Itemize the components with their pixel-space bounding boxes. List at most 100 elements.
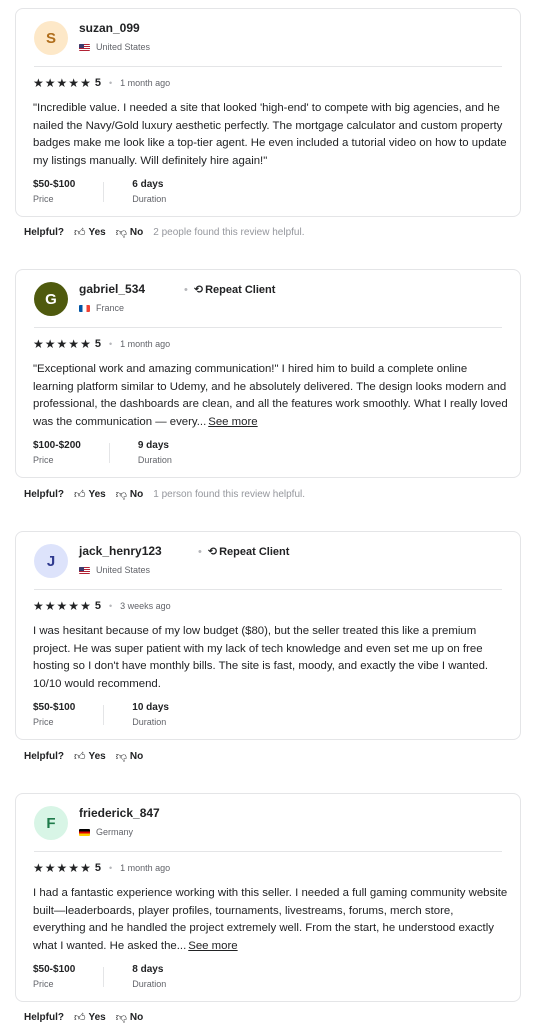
- review-text: I had a fantastic experience working wit…: [33, 885, 508, 955]
- helpful-yes-button[interactable]: 👍︎ Yes: [74, 1011, 106, 1024]
- review-time: 1 month ago: [120, 863, 171, 873]
- star-icon: ★: [80, 337, 91, 351]
- reviewer-username[interactable]: suzan_099: [79, 21, 140, 36]
- meta-divider: [103, 705, 105, 725]
- helpful-row: Helpful? 👍︎ Yes 👎︎ No: [24, 749, 153, 763]
- price-label: Price: [33, 717, 54, 727]
- review-card: J jack_henry123 • ⟲ Repeat Client United S…: [15, 531, 521, 740]
- reviewer-username[interactable]: gabriel_534: [79, 282, 145, 297]
- repeat-client-badge: • ⟲ Repeat Client: [184, 283, 275, 297]
- star-icon: ★: [68, 337, 80, 351]
- star-icon: ★: [80, 861, 91, 875]
- review-header: J jack_henry123 • ⟲ Repeat Client United S…: [34, 544, 504, 584]
- price-label: Price: [33, 455, 54, 465]
- star-rating: ★ ★ ★ ★ ★: [33, 77, 92, 89]
- reviewer-country: Germany: [79, 826, 133, 838]
- see-more-link[interactable]: See more: [208, 416, 257, 428]
- price-label: Price: [33, 194, 54, 204]
- review-text: "Incredible value. I needed a site that …: [33, 100, 508, 170]
- reviewer-username[interactable]: friederick_847: [79, 806, 160, 821]
- price-value: $50-$100: [33, 964, 76, 975]
- price-block: $50-$100 Price: [33, 178, 75, 206]
- helpful-label: Helpful?: [24, 1011, 64, 1023]
- helpful-no-button[interactable]: 👎︎ No: [116, 750, 144, 763]
- avatar[interactable]: J: [34, 544, 68, 578]
- helpful-no-label: No: [129, 488, 144, 500]
- country-name: United States: [96, 565, 151, 575]
- divider: [34, 851, 502, 852]
- country-flag-icon: [79, 43, 90, 51]
- price-block: $50-$100 Price: [33, 963, 75, 991]
- star-icon: ★: [80, 76, 91, 90]
- rating-row: ★ ★ ★ ★ ★ 5 • 1 month ago: [33, 861, 170, 875]
- duration-label: Duration: [137, 455, 172, 465]
- thumbs-down-icon: 👎︎: [115, 488, 127, 501]
- avatar[interactable]: S: [34, 21, 68, 55]
- helpful-yes-button[interactable]: 👍︎ Yes: [74, 750, 106, 763]
- repeat-client-badge: • ⟲ Repeat Client: [198, 545, 289, 559]
- rating-value: 5: [94, 77, 101, 89]
- avatar[interactable]: G: [34, 282, 68, 316]
- star-icon: ★: [44, 861, 56, 875]
- meta-divider: [103, 967, 105, 987]
- duration-value: 8 days: [132, 964, 164, 975]
- meta-divider: [103, 182, 105, 202]
- price-label: Price: [33, 979, 54, 989]
- helpful-yes-label: Yes: [88, 1011, 106, 1023]
- avatar[interactable]: F: [34, 806, 68, 840]
- reviewer-country: France: [79, 302, 124, 314]
- separator-dot: •: [198, 546, 202, 558]
- review-header: F friederick_847 Germany: [34, 806, 504, 846]
- star-icon: ★: [44, 337, 56, 351]
- duration-block: 10 days Duration: [132, 701, 169, 729]
- review-text: I was hesitant because of my low budget …: [33, 623, 508, 693]
- see-more-link[interactable]: See more: [188, 940, 237, 952]
- helpful-no-button[interactable]: 👎︎ No: [116, 1011, 144, 1024]
- star-icon: ★: [56, 861, 68, 875]
- thumbs-down-icon: 👎︎: [115, 226, 127, 239]
- star-rating: ★ ★ ★ ★ ★: [33, 862, 92, 874]
- rating-row: ★ ★ ★ ★ ★ 5 • 3 weeks ago: [33, 599, 171, 613]
- star-rating: ★ ★ ★ ★ ★: [33, 338, 92, 350]
- rating-value: 5: [94, 338, 101, 350]
- helpful-yes-button[interactable]: 👍︎ Yes: [74, 226, 106, 239]
- review-body: I had a fantastic experience working wit…: [33, 887, 508, 952]
- separator-dot: •: [108, 863, 113, 873]
- country-name: United States: [96, 42, 151, 52]
- star-icon: ★: [68, 76, 80, 90]
- repeat-client-label: Repeat Client: [205, 284, 276, 296]
- reviewer-country: United States: [79, 564, 150, 576]
- review-body: I was hesitant because of my low budget …: [33, 625, 489, 690]
- helpful-no-button[interactable]: 👎︎ No: [116, 226, 144, 239]
- helpful-yes-label: Yes: [88, 488, 106, 500]
- divider: [34, 66, 502, 67]
- duration-block: 9 days Duration: [138, 439, 172, 467]
- repeat-client-label: Repeat Client: [219, 546, 290, 558]
- order-meta: $50-$100 Price 10 days Duration: [33, 701, 169, 729]
- star-icon: ★: [68, 861, 80, 875]
- star-icon: ★: [33, 861, 44, 875]
- helpful-no-label: No: [129, 226, 144, 238]
- rating-value: 5: [94, 600, 101, 612]
- duration-block: 8 days Duration: [132, 963, 166, 991]
- helpful-no-button[interactable]: 👎︎ No: [116, 488, 144, 501]
- thumbs-up-icon: 👍︎: [74, 750, 86, 763]
- thumbs-down-icon: 👎︎: [115, 1011, 127, 1024]
- helpful-label: Helpful?: [24, 226, 64, 238]
- star-icon: ★: [56, 599, 68, 613]
- country-flag-icon: [79, 304, 90, 312]
- helpful-yes-label: Yes: [88, 226, 106, 238]
- review-body: "Incredible value. I needed a site that …: [33, 102, 507, 167]
- repeat-icon: ⟲: [207, 546, 218, 558]
- review-card: F friederick_847 Germany ★ ★ ★ ★ ★ 5 • 1 mon…: [15, 793, 521, 1002]
- duration-value: 9 days: [137, 440, 169, 451]
- duration-label: Duration: [132, 979, 167, 989]
- duration-value: 10 days: [132, 702, 169, 713]
- star-icon: ★: [33, 599, 44, 613]
- reviewer-username[interactable]: jack_henry123: [79, 544, 162, 559]
- separator-dot: •: [108, 339, 113, 349]
- helpful-yes-button[interactable]: 👍︎ Yes: [74, 488, 106, 501]
- reviews-list: S suzan_099 United States ★ ★ ★ ★ ★ 5 • 1 mo…: [0, 0, 535, 1024]
- price-block: $100-$200 Price: [33, 439, 81, 467]
- country-name: Germany: [96, 827, 134, 837]
